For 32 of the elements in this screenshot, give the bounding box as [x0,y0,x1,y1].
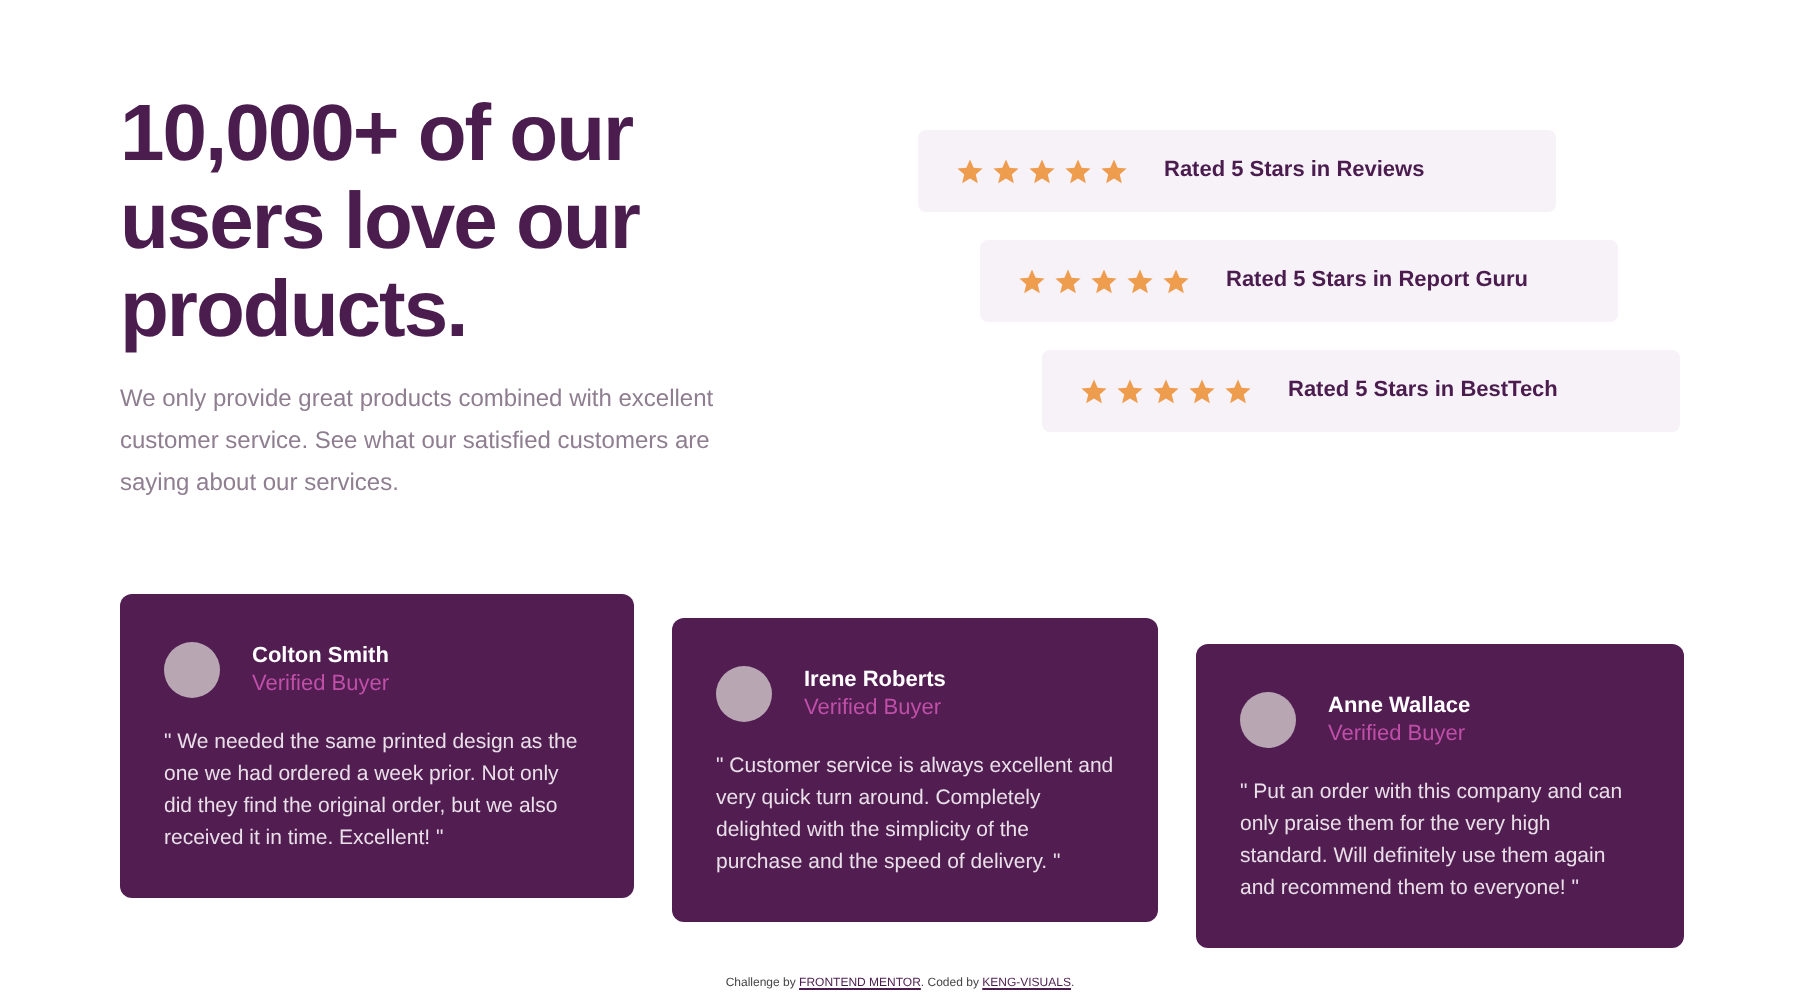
hero-description: We only provide great products combined with excellent customer service. See what our satisfied customers are saying about our services. [120,382,716,500]
rating-label: Rated 5 Stars in Reviews [1164,156,1425,187]
star-icon [1090,267,1118,295]
reviewer-role: Verified Buyer [252,670,389,698]
reviewer-name: Anne Wallace [1328,692,1471,720]
rating-label: Rated 5 Stars in Report Guru [1226,266,1528,297]
star-icon [1188,377,1216,405]
star-icon [992,157,1020,185]
reviewer-name: Irene Roberts [804,666,946,694]
rating-label: Rated 5 Stars in BestTech [1288,376,1558,407]
star-icon [1028,157,1056,185]
star-icon [1224,377,1252,405]
star-icon [1064,157,1092,185]
testimonial-quote: " Put an order with this company and can only praise them for the very high standard. Will definitely use them again and recommend them to everyone! " [1240,778,1625,904]
avatar-placeholder [1240,692,1296,748]
star-icon [1018,267,1046,295]
star-icon [1100,157,1128,185]
star-icon [1054,267,1082,295]
reviewer-role: Verified Buyer [1328,720,1467,748]
testimonial-quote: " Customer service is always excellent and very quick turn around. Completely delighted with the simplicity of the purchase and the speed of delivery. " [716,752,1114,878]
star-icon [1126,267,1154,295]
hero-heading: 10,000+ of our users love our products. [120,90,642,354]
star-icon [1116,377,1144,405]
star-icon [1152,377,1180,405]
avatar-placeholder [164,642,220,698]
star-icon [956,157,984,185]
star-icon [1162,267,1190,295]
avatar-placeholder [716,666,772,722]
testimonial-quote: " We needed the same printed design as the one we had ordered a week prior. Not only did they find the original order, but we also received it in time. Excellent! " [164,728,580,854]
reviewer-role: Verified Buyer [804,694,943,722]
reviewer-name: Colton Smith [252,642,389,670]
star-icon [1080,377,1108,405]
